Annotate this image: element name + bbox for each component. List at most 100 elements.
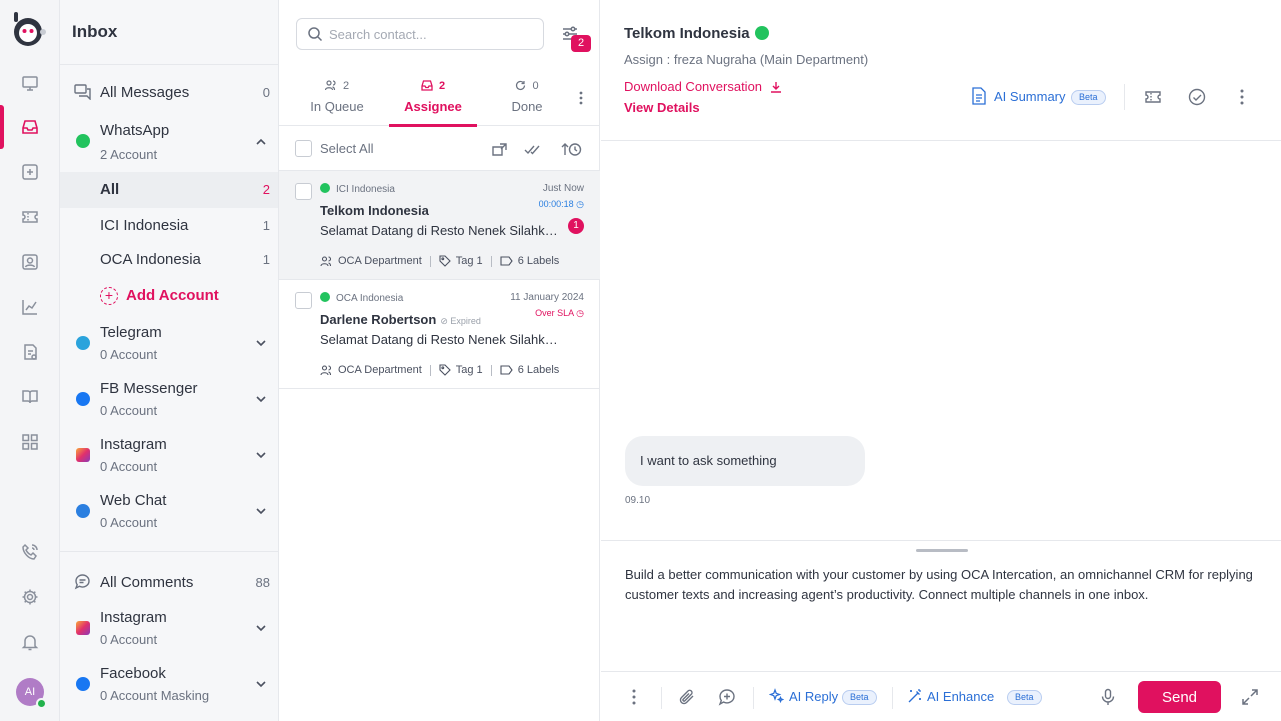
whatsapp-icon [755, 26, 769, 40]
sidebar-item-all-comments[interactable]: All Comments 88 [60, 570, 278, 594]
conversation-timer: 00:00:18 ◷ [539, 199, 584, 210]
ticket-icon[interactable] [1144, 88, 1162, 106]
online-status-dot [36, 698, 47, 709]
chevron-down-icon[interactable] [255, 678, 267, 690]
microphone-icon[interactable] [1099, 688, 1117, 706]
conversation-item[interactable]: ICI Indonesia Just Now 00:00:18 ◷ Telkom… [279, 171, 600, 280]
channel-label: WhatsApp [100, 122, 170, 139]
send-button[interactable]: Send [1138, 681, 1221, 713]
notification-bell-icon[interactable] [20, 632, 40, 652]
clock-icon: ◷ [576, 199, 584, 209]
tab-in-queue[interactable]: 2 In Queue [296, 68, 378, 126]
double-check-icon[interactable] [524, 141, 541, 158]
tab-done[interactable]: 0 Done [486, 68, 568, 126]
inbox-icon[interactable] [20, 117, 40, 137]
sidebar-item-oca-indonesia[interactable]: OCA Indonesia 1 [60, 242, 278, 278]
sidebar-group-comments-instagram[interactable]: Instagram 0 Account [60, 605, 278, 651]
ai-summary-label: AI Summary [994, 89, 1066, 104]
chevron-down-icon[interactable] [255, 505, 267, 517]
chevron-up-icon[interactable] [255, 136, 267, 148]
user-avatar[interactable]: AI [16, 678, 47, 709]
add-account-label: Add Account [126, 287, 219, 304]
channel-name: OCA Indonesia [336, 293, 404, 304]
web-chat-icon [76, 504, 90, 518]
chat-panel: Telkom Indonesia Assign : freza Nugraha … [601, 0, 1281, 721]
add-box-icon[interactable] [20, 162, 40, 182]
book-icon[interactable] [20, 387, 40, 407]
resize-handle[interactable] [916, 549, 968, 552]
sidebar-item-whatsapp-all[interactable]: All 2 [60, 172, 278, 208]
sidebar-item-count: 2 [262, 182, 270, 197]
search-contact-input[interactable] [329, 25, 534, 43]
search-icon [307, 26, 323, 42]
message-composer[interactable]: Build a better communication with your c… [601, 540, 1281, 671]
divider [753, 687, 754, 709]
sidebar-group-comments-facebook[interactable]: Facebook 0 Account Masking [60, 661, 278, 707]
ai-reply-label: AI Reply [789, 689, 839, 704]
divider [661, 687, 662, 709]
chevron-down-icon[interactable] [255, 337, 267, 349]
channel-account-count: 0 Account Masking [100, 688, 210, 703]
analytics-icon[interactable] [20, 297, 40, 317]
conversation-item[interactable]: OCA Indonesia 11 January 2024 Over SLA ◷… [279, 280, 600, 389]
divider [1124, 84, 1125, 110]
report-icon[interactable] [20, 342, 40, 362]
select-all-checkbox[interactable] [295, 140, 312, 157]
channel-label: Telegram [100, 324, 162, 341]
composer-text[interactable]: Build a better communication with your c… [625, 565, 1265, 605]
sidebar-group-telegram[interactable]: Telegram 0 Account [60, 320, 278, 366]
tab-assignee[interactable]: 2 Assignee [389, 68, 477, 127]
channel-account-count: 0 Account [100, 403, 158, 418]
whatsapp-icon [320, 292, 330, 302]
contact-icon[interactable] [20, 252, 40, 272]
chevron-down-icon[interactable] [255, 449, 267, 461]
app-logo-icon[interactable] [12, 12, 46, 48]
download-icon [771, 82, 782, 93]
ai-summary-button[interactable]: AI Summary Beta [971, 87, 1106, 107]
sidebar-group-instagram[interactable]: Instagram 0 Account [60, 432, 278, 478]
expired-icon: ⊘ [440, 316, 451, 326]
tab-label: Assignee [404, 99, 462, 114]
quick-reply-icon[interactable] [718, 688, 736, 706]
view-details-link[interactable]: View Details [624, 100, 700, 115]
download-conversation-link[interactable]: Download Conversation [624, 79, 782, 94]
resolve-check-icon[interactable] [1188, 88, 1206, 106]
beta-badge: Beta [1071, 90, 1106, 105]
conversation-time: Just Now [542, 183, 584, 194]
apps-grid-icon[interactable] [20, 432, 40, 452]
ai-reply-button[interactable]: AI Reply Beta [769, 687, 879, 707]
timer-value: 00:00:18 [538, 199, 574, 209]
timer-icon: ◷ [576, 308, 584, 318]
ai-enhance-button[interactable]: AI Enhance Beta [907, 687, 1042, 707]
refresh-icon [516, 80, 526, 91]
plus-icon: + [100, 287, 118, 305]
ticket-icon[interactable] [20, 207, 40, 227]
phone-call-icon[interactable] [20, 542, 40, 562]
chevron-down-icon[interactable] [255, 393, 267, 405]
conversation-checkbox[interactable] [295, 292, 312, 309]
expand-icon[interactable] [1241, 688, 1259, 706]
sort-history-icon[interactable] [560, 141, 582, 158]
conversation-checkbox[interactable] [295, 183, 312, 200]
more-vertical-icon[interactable] [625, 688, 643, 706]
sidebar-group-web-chat[interactable]: Web Chat 0 Account [60, 488, 278, 534]
sidebar-item-all-messages[interactable]: All Messages 0 [60, 80, 278, 104]
composer-toolbar: AI Reply Beta AI Enhance Beta Send [601, 671, 1281, 721]
icon-rail: AI [0, 0, 60, 721]
label-icon [500, 365, 513, 375]
messages-icon [74, 83, 91, 100]
chevron-down-icon[interactable] [255, 622, 267, 634]
filter-button[interactable]: 2 [560, 24, 591, 52]
sidebar-group-fb-messenger[interactable]: FB Messenger 0 Account [60, 376, 278, 422]
more-vertical-icon[interactable] [574, 90, 588, 106]
comment-icon [74, 573, 91, 590]
settings-gear-icon[interactable] [20, 587, 40, 607]
transfer-icon[interactable] [491, 141, 508, 158]
sidebar-group-whatsapp[interactable]: WhatsApp 2 Account [60, 118, 278, 164]
conversation-contact-name: Telkom Indonesia [320, 203, 429, 218]
more-vertical-icon[interactable] [1233, 88, 1251, 106]
sidebar-item-ici-indonesia[interactable]: ICI Indonesia 1 [60, 208, 278, 244]
monitor-icon[interactable] [20, 73, 40, 93]
document-ai-icon [972, 87, 986, 105]
attachment-paperclip-icon[interactable] [678, 688, 696, 706]
